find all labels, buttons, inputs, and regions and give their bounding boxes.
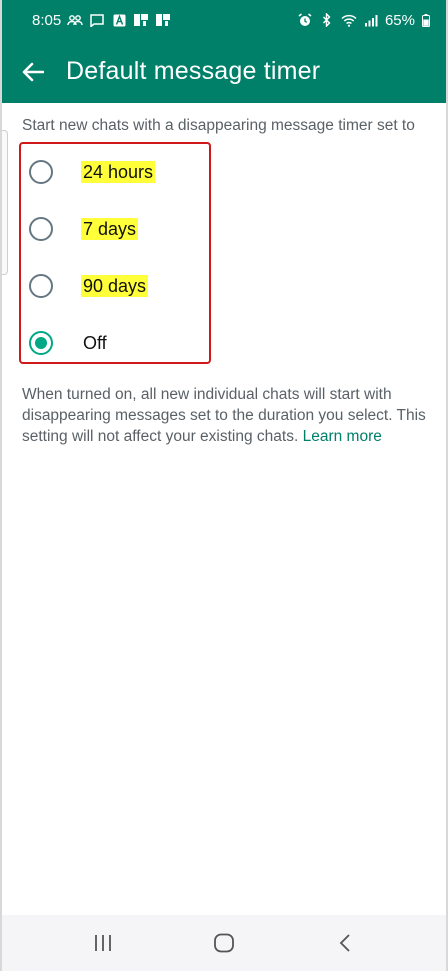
radio-button[interactable]: [29, 217, 53, 241]
option-label: 90 days: [81, 275, 149, 297]
status-bar: 8:05 65%: [2, 0, 446, 40]
recent-apps-button[interactable]: [83, 923, 123, 963]
option-label: Off: [83, 333, 107, 353]
option-label: 7 days: [81, 218, 139, 240]
recent-apps-icon: [94, 935, 111, 951]
status-time: 8:05: [32, 11, 62, 29]
battery-icon: [421, 13, 430, 27]
page-title: Default message timer: [66, 57, 321, 85]
radio-button[interactable]: [29, 160, 53, 184]
edge-panel-handle[interactable]: [2, 130, 8, 275]
arrow-left-icon: [22, 62, 44, 81]
battery-percentage: 65%: [384, 11, 415, 29]
option-90-days[interactable]: 90 days: [21, 258, 209, 315]
nav-back-button[interactable]: [325, 923, 365, 963]
status-bar-left: 8:05: [32, 12, 171, 29]
intro-text: Start new chats with a disappearing mess…: [22, 117, 415, 134]
option-24-hours[interactable]: 24 hours: [21, 144, 209, 201]
option-7-days[interactable]: 7 days: [21, 201, 209, 258]
timer-options-group: 24 hours 7 days 90 days Off: [19, 142, 211, 364]
home-icon: [214, 933, 234, 953]
a-box-icon: [111, 13, 127, 27]
group-icon: [67, 13, 83, 27]
learn-more-link[interactable]: Learn more: [303, 428, 382, 445]
chat-icon: [89, 13, 105, 27]
radio-button[interactable]: [29, 274, 53, 298]
wifi-icon: [341, 13, 357, 27]
system-nav-bar: [2, 915, 446, 971]
option-label: 24 hours: [81, 161, 156, 183]
back-icon: [340, 934, 350, 952]
screen: 8:05 65% Default message timer Start new…: [0, 0, 448, 971]
back-button[interactable]: [18, 57, 48, 87]
alarm-icon: [297, 13, 313, 27]
signal-icon: [363, 13, 379, 27]
photo-icon: [133, 13, 149, 27]
app-bar: Default message timer: [2, 40, 446, 103]
radio-button-selected[interactable]: [29, 331, 53, 355]
option-off[interactable]: Off: [21, 315, 209, 372]
bluetooth-icon: [319, 13, 335, 27]
content: Start new chats with a disappearing mess…: [2, 103, 446, 447]
footnote-text: When turned on, all new individual chats…: [22, 384, 427, 447]
status-bar-right: 65%: [297, 12, 430, 29]
photo-icon: [155, 13, 171, 27]
home-button[interactable]: [204, 923, 244, 963]
